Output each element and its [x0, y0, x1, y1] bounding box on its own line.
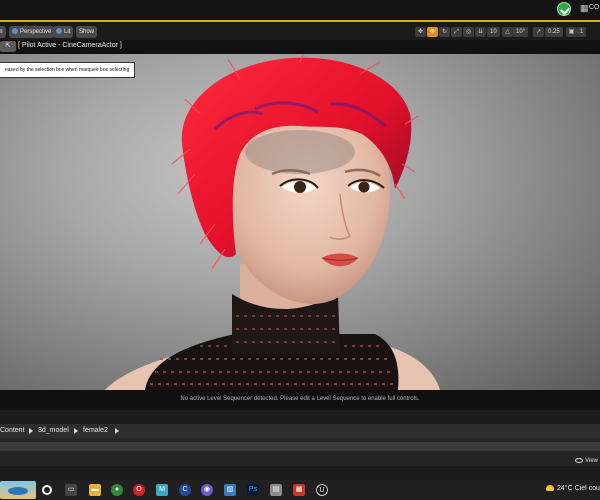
world-local-icon[interactable]: ◎	[463, 27, 474, 37]
app-grid-icon[interactable]: ▦	[293, 484, 305, 496]
content-browser-header	[0, 410, 600, 424]
photoshop-icon[interactable]: Ps	[247, 484, 259, 496]
source-control-status-icon[interactable]	[557, 2, 571, 16]
scale-snap-value[interactable]: 0.25	[545, 27, 563, 37]
chevron-right-icon[interactable]	[29, 428, 33, 434]
file-explorer-icon[interactable]: ▬	[89, 484, 101, 496]
content-browser: Content 3d_model female2	[0, 410, 600, 466]
perspective-button[interactable]: Perspective	[9, 26, 55, 38]
rotation-snap-value[interactable]: 10°	[513, 27, 529, 37]
photos-icon[interactable]: ▨	[224, 484, 236, 496]
search-icon[interactable]	[42, 485, 52, 495]
level-viewport[interactable]: eased by the selection box when marquee …	[0, 54, 600, 390]
character-render	[105, 54, 440, 390]
view-options-label: View	[585, 458, 598, 465]
desktop-thumbnail[interactable]	[0, 481, 36, 499]
lit-icon	[56, 28, 62, 35]
unreal-engine-icon[interactable]: U	[316, 484, 328, 496]
chrome-icon[interactable]: ●	[111, 484, 123, 496]
select-mode-icon[interactable]: ✥	[415, 27, 426, 37]
rotate-tool-icon[interactable]: ↻	[439, 27, 450, 37]
breadcrumb-item-3d-model[interactable]: 3d_model	[38, 424, 69, 438]
sequencer-status-text: No active Level Sequencer detected. Plea…	[180, 396, 420, 402]
menu-icon: ≡	[0, 29, 3, 35]
content-browser-filter-bar[interactable]	[0, 442, 600, 451]
app-c-icon[interactable]: C	[179, 484, 191, 496]
eye-icon	[575, 458, 584, 463]
app-window-icon[interactable]: ▤	[270, 484, 282, 496]
eject-icon: ⇱	[5, 43, 11, 49]
view-mode-button[interactable]: Lit	[53, 26, 74, 38]
view-options-button[interactable]: View	[575, 458, 600, 468]
surface-snap-icon[interactable]: ⇊	[475, 27, 486, 37]
eject-pilot-button[interactable]: ⇱	[0, 41, 16, 52]
grid-snap-value[interactable]: 10	[487, 27, 500, 37]
editor-title-bar: ▦ CO	[0, 0, 600, 22]
weather-widget[interactable]: 24°C Ciel cou	[546, 485, 600, 492]
breadcrumb-item-content[interactable]: Content	[0, 424, 25, 438]
perspective-icon	[12, 28, 18, 35]
viewport-toolbar: ≡ Perspective Lit Show ✥ ⊕ ↻ ⤢ ◎ ⇊ 10 △ …	[0, 24, 600, 40]
perspective-label: Perspective	[20, 29, 52, 35]
breadcrumb-item-female2[interactable]: female2	[83, 424, 108, 438]
task-view-icon[interactable]: ▭	[65, 484, 77, 496]
os-taskbar: ▭ ▬ ● O M C ◉ ▨ Ps ▤ ▦ U 24°C Ciel cou	[0, 480, 600, 500]
top-bar-label: CO	[589, 4, 600, 11]
lit-label: Lit	[64, 29, 71, 35]
grid-icon[interactable]: ▦	[580, 3, 589, 14]
scale-snap-icon[interactable]: ↗	[533, 27, 544, 37]
weather-icon	[546, 485, 554, 492]
show-button[interactable]: Show	[76, 26, 98, 38]
tooltip: eased by the selection box when marquee …	[0, 62, 136, 78]
translate-tool-icon[interactable]: ⊕	[427, 27, 438, 37]
weather-temperature: 24°C	[557, 485, 573, 492]
camera-speed-icon[interactable]: ▣	[566, 27, 577, 37]
pilot-status-label: [ Pilot Active - CineCameraActor ]	[18, 42, 122, 49]
breadcrumb: Content 3d_model female2	[0, 424, 600, 438]
chevron-right-icon[interactable]	[74, 428, 78, 434]
show-label: Show	[79, 29, 95, 35]
discord-icon[interactable]: ◉	[201, 484, 213, 496]
chevron-right-icon[interactable]	[115, 428, 119, 434]
sequencer-status-bar: No active Level Sequencer detected. Plea…	[0, 390, 600, 410]
weather-description: Ciel cou	[574, 485, 600, 492]
scale-tool-icon[interactable]: ⤢	[451, 27, 462, 37]
camera-speed-value[interactable]: 1	[577, 27, 587, 37]
pilot-bar: ⇱ [ Pilot Active - CineCameraActor ]	[0, 40, 600, 54]
app-m-icon[interactable]: M	[156, 484, 168, 496]
rotation-snap-icon[interactable]: △	[502, 27, 513, 37]
viewport-options-button[interactable]: ≡	[0, 26, 6, 38]
opera-icon[interactable]: O	[133, 484, 145, 496]
